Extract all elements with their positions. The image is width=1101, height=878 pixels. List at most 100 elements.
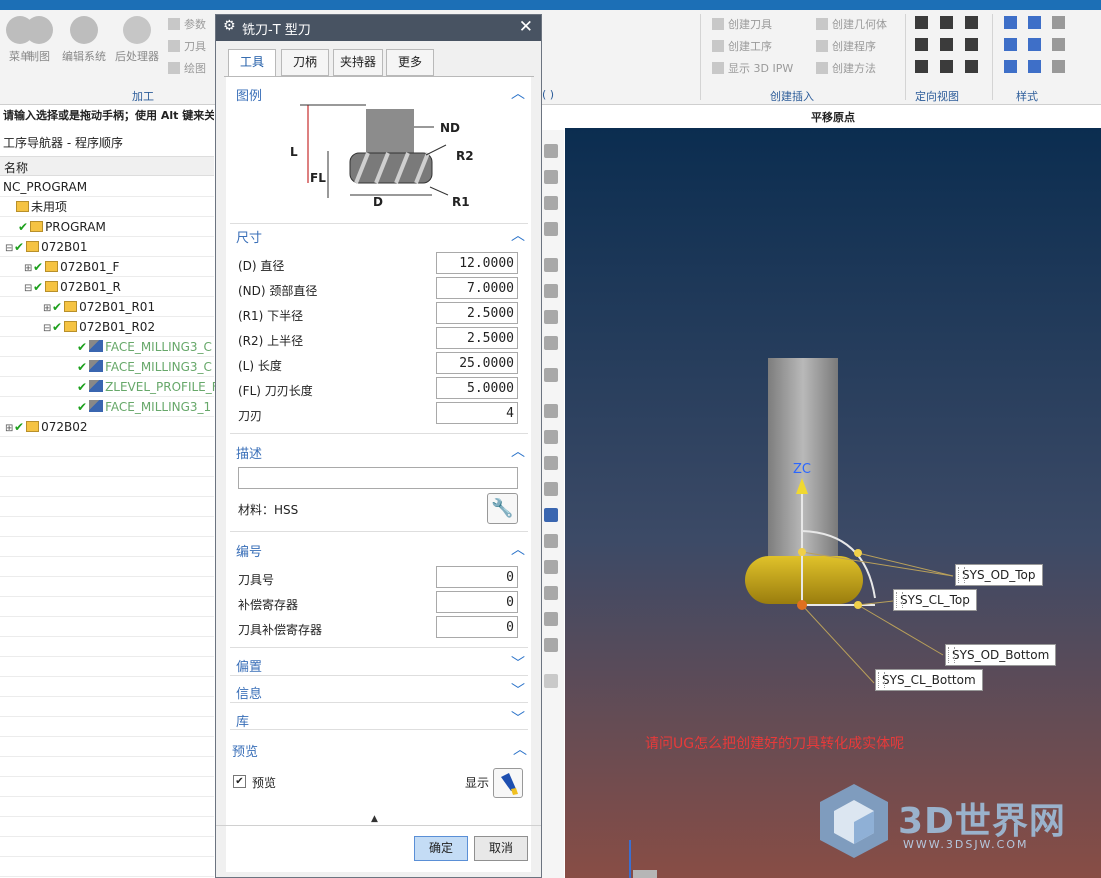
strip-doc-icon[interactable] (544, 508, 558, 522)
adjust-register-field[interactable]: 0 (436, 591, 518, 613)
strip-tool-icon[interactable] (544, 144, 558, 158)
create-operation-button[interactable]: 创建工序 (712, 38, 772, 54)
strip-tool-icon[interactable] (544, 284, 558, 298)
postprocessor-button[interactable]: 后处理器 (112, 16, 162, 64)
collapse-icon[interactable]: ⊟ (43, 319, 52, 337)
label-sys-cl-bottom[interactable]: SYS_CL_Bottom (875, 669, 983, 691)
collapse-triangle-icon[interactable]: ▲ (371, 814, 378, 824)
strip-tool-icon[interactable] (544, 258, 558, 272)
tree-row[interactable]: ⊞✔ 072B01_F (24, 257, 119, 277)
ribbon-item-param[interactable]: 参数 (168, 16, 206, 32)
strip-tool-icon[interactable] (544, 612, 558, 626)
create-geometry-button[interactable]: 创建几何体 (816, 16, 887, 32)
gear-icon[interactable]: ⚙ (223, 18, 236, 34)
ribbon-item-tool[interactable]: 刀具 (168, 38, 206, 54)
expand-icon[interactable]: ⊞ (24, 259, 33, 277)
ribbon-combo-label[interactable]: ( ) (542, 88, 554, 101)
chevron-up-icon[interactable]: ︿ (513, 739, 527, 759)
tree-row[interactable]: ✔ FACE_MILLING3_1 (77, 397, 211, 417)
strip-tool-icon[interactable] (544, 404, 558, 418)
tree-root[interactable]: NC_PROGRAM (3, 177, 87, 197)
show-flashlight-icon[interactable] (493, 768, 523, 798)
tab-more[interactable]: 更多 (386, 49, 434, 76)
view-bottom-icon[interactable] (915, 60, 928, 73)
create-program-button[interactable]: 创建程序 (816, 38, 876, 54)
tree-row[interactable]: ✔ PROGRAM (18, 217, 106, 237)
style-studio-icon[interactable] (1028, 60, 1041, 73)
strip-tool-icon[interactable] (544, 196, 558, 210)
tool-number-field[interactable]: 0 (436, 566, 518, 588)
close-icon[interactable]: ✕ (519, 17, 533, 37)
view-custom-icon[interactable] (965, 60, 978, 73)
tree-row[interactable]: ✔ FACE_MILLING3_C (77, 357, 212, 377)
section-preview[interactable]: 预览 (232, 741, 258, 760)
chevron-down-icon[interactable]: ﹀ (511, 653, 525, 673)
cutcom-register-field[interactable]: 0 (436, 616, 518, 638)
ribbon-item-plot[interactable]: 绘图 (168, 60, 206, 76)
tree-row[interactable]: ⊟✔ 072B01 (5, 237, 87, 257)
diameter-field[interactable]: 12.0000 (436, 252, 518, 274)
expand-icon[interactable]: ⊞ (43, 299, 52, 317)
collapse-icon[interactable]: ⊟ (5, 239, 14, 257)
style-hidden-icon[interactable] (1028, 38, 1041, 51)
strip-tool-icon[interactable] (544, 310, 558, 324)
tree-row[interactable]: ⊟✔ 072B01_R (24, 277, 121, 297)
section-library[interactable]: 库 (236, 711, 249, 730)
view-left-icon[interactable] (940, 38, 953, 51)
view-back-icon[interactable] (965, 38, 978, 51)
show-3d-ipw-button[interactable]: 显示 3D IPW (712, 60, 793, 76)
strip-tool-icon[interactable] (544, 368, 558, 382)
view-front-icon[interactable] (915, 16, 928, 29)
graphics-window[interactable]: ZC SYS_OD_Top SYS_CL_Top SYS_OD_Bottom S… (565, 128, 1101, 878)
chevron-down-icon[interactable]: ﹀ (511, 680, 525, 700)
style-frame-icon[interactable] (1052, 38, 1065, 51)
operation-navigator-tree[interactable]: NC_PROGRAM 未用项 ✔ PROGRAM ⊟✔ 072B01 ⊞✔ 072B0… (0, 177, 219, 878)
material-wrench-icon[interactable]: 🔧 (487, 493, 518, 524)
strip-tool-icon[interactable] (544, 336, 558, 350)
strip-tool-icon[interactable] (544, 170, 558, 184)
collapse-icon[interactable]: ⊟ (24, 279, 33, 297)
style-wire-icon[interactable] (1004, 38, 1017, 51)
tree-row[interactable]: ⊞✔ 072B02 (5, 417, 87, 437)
lower-radius-field[interactable]: 2.5000 (436, 302, 518, 324)
label-sys-od-bottom[interactable]: SYS_OD_Bottom (945, 644, 1057, 666)
strip-tool-icon[interactable] (544, 534, 558, 548)
view-trimetric-icon[interactable] (940, 60, 953, 73)
chevron-up-icon[interactable]: ︿ (511, 83, 525, 103)
edit-system-button[interactable]: 编辑系统 (60, 16, 108, 64)
label-sys-cl-top[interactable]: SYS_CL_Top (893, 589, 977, 611)
view-iso-icon[interactable] (915, 38, 928, 51)
tree-row[interactable]: ⊟✔ 072B01_R02 (43, 317, 155, 337)
strip-tool-icon[interactable] (544, 456, 558, 470)
view-right-icon[interactable] (965, 16, 978, 29)
strip-tool-icon[interactable] (544, 430, 558, 444)
section-legend[interactable]: 图例 (236, 85, 262, 104)
create-method-button[interactable]: 创建方法 (816, 60, 876, 76)
cancel-button[interactable]: 取消 (474, 836, 528, 861)
navigator-column-header[interactable]: 名称 (0, 156, 214, 176)
chevron-down-icon[interactable]: ﹀ (511, 708, 525, 728)
style-face-icon[interactable] (1004, 60, 1017, 73)
section-description[interactable]: 描述 (236, 443, 262, 462)
section-size[interactable]: 尺寸 (236, 227, 262, 246)
section-offset[interactable]: 偏置 (236, 656, 262, 675)
strip-tool-icon[interactable] (544, 560, 558, 574)
view-top-icon[interactable] (940, 16, 953, 29)
tree-row[interactable]: ✔ ZLEVEL_PROFILE_F (77, 377, 219, 397)
tab-holder-shank[interactable]: 刀柄 (281, 49, 329, 76)
length-field[interactable]: 25.0000 (436, 352, 518, 374)
strip-png-icon[interactable] (544, 674, 558, 688)
tree-row[interactable]: 未用项 (14, 197, 67, 217)
tab-tool[interactable]: 工具 (228, 49, 276, 77)
label-sys-od-top[interactable]: SYS_OD_Top (955, 564, 1043, 586)
tree-row[interactable]: ⊞✔ 072B01_R01 (43, 297, 155, 317)
upper-radius-field[interactable]: 2.5000 (436, 327, 518, 349)
flute-length-field[interactable]: 5.0000 (436, 377, 518, 399)
flutes-field[interactable]: 4 (436, 402, 518, 424)
ok-button[interactable]: 确定 (414, 836, 468, 861)
strip-tool-icon[interactable] (544, 586, 558, 600)
style-shaded-icon[interactable] (1004, 16, 1017, 29)
style-edges-icon[interactable] (1028, 16, 1041, 29)
expand-icon[interactable]: ⊞ (5, 419, 14, 437)
description-field[interactable] (238, 467, 518, 489)
